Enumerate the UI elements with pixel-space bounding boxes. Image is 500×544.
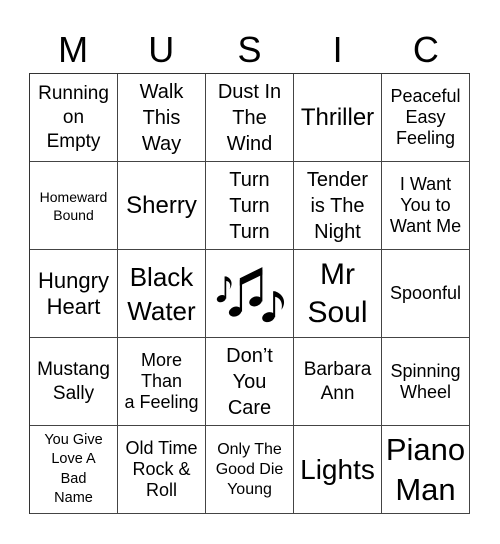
bingo-cell[interactable]: Mr Soul [294, 250, 382, 338]
cell-text: Tender is The Night [306, 168, 369, 243]
cell-text: Only The Good Die Young [215, 440, 284, 498]
cell-text: Dust In The Wind [217, 80, 282, 155]
cell-text: Black Water [127, 261, 196, 326]
cell-text: Don’t You Care [226, 344, 273, 419]
bingo-cell[interactable]: Tender is The Night [294, 162, 382, 250]
bingo-cell[interactable]: Turn Turn Turn [206, 162, 294, 250]
cell-text: Homeward Bound [39, 188, 108, 223]
bingo-cell[interactable]: Don’t You Care [206, 338, 294, 426]
bingo-cell[interactable]: Hungry Heart [30, 250, 118, 338]
bingo-cell[interactable]: Mustang Sally [30, 338, 118, 426]
cell-text: Running on Empty [38, 82, 109, 152]
bingo-cell[interactable]: More Than a Feeling [118, 338, 206, 426]
header-letter-i: I [332, 29, 343, 70]
cell-text: Mr Soul [307, 257, 368, 329]
header-letter-c: C [412, 29, 439, 70]
header-letter-s: S [237, 29, 262, 70]
bingo-cell[interactable]: Thriller [294, 74, 382, 162]
cell-text: Sherry [126, 191, 197, 219]
bingo-cell[interactable]: Only The Good Die Young [206, 426, 294, 514]
bingo-cell[interactable]: Homeward Bound [30, 162, 118, 250]
cell-text: Old Time Rock & Roll [125, 438, 198, 500]
bingo-cell[interactable]: Running on Empty [30, 74, 118, 162]
bingo-cell[interactable]: Barbara Ann [294, 338, 382, 426]
cell-text: Barbara Ann [303, 358, 372, 404]
header-letter-m: M [58, 29, 89, 70]
cell-text: Turn Turn Turn [229, 168, 270, 243]
cell-text: Mustang Sally [37, 358, 110, 404]
bingo-cell[interactable]: Old Time Rock & Roll [118, 426, 206, 514]
bingo-cell[interactable]: I Want You to Want Me [382, 162, 470, 250]
cell-text: Spoonful [389, 283, 462, 303]
bingo-cell[interactable]: Dust In The Wind [206, 74, 294, 162]
cell-text: Walk This Way [139, 80, 184, 155]
bingo-cell[interactable]: Sherry [118, 162, 206, 250]
bingo-grid: Running on Empty Walk This Way Dust In T… [29, 73, 470, 514]
cell-text: Thriller [300, 103, 375, 131]
bingo-cell[interactable]: You Give Love A Bad Name [30, 426, 118, 514]
bingo-cell[interactable]: Walk This Way [118, 74, 206, 162]
bingo-header: M U S I C [29, 28, 470, 72]
cell-text: More Than a Feeling [124, 350, 199, 412]
free-space-cell[interactable] [206, 250, 294, 338]
cell-text: Spinning Wheel [390, 360, 461, 402]
cell-text: You Give Love A Bad Name [44, 431, 103, 507]
bingo-cell[interactable]: Spinning Wheel [382, 338, 470, 426]
cell-text: Lights [300, 454, 375, 485]
cell-text: Hungry Heart [38, 267, 109, 319]
bingo-cell[interactable]: Spoonful [382, 250, 470, 338]
bingo-cell[interactable]: Lights [294, 426, 382, 514]
cell-text: Peaceful Easy Feeling [390, 86, 461, 148]
cell-text: I Want You to Want Me [389, 174, 462, 236]
bingo-cell[interactable]: Peaceful Easy Feeling [382, 74, 470, 162]
header-letter-u: U [148, 29, 175, 70]
bingo-cell[interactable]: Black Water [118, 250, 206, 338]
cell-text: Piano Man [385, 431, 466, 507]
bingo-cell[interactable]: Piano Man [382, 426, 470, 514]
music-notes-icon [216, 266, 284, 322]
